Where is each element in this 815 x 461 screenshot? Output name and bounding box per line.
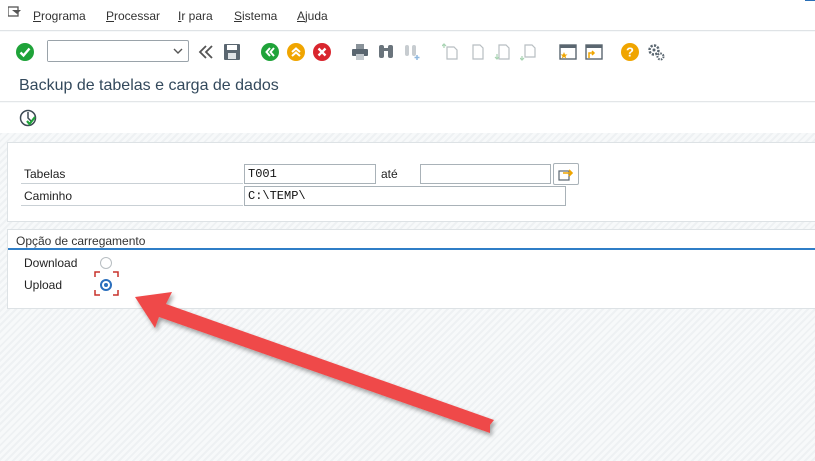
- menu-processar[interactable]: Processar: [106, 9, 160, 23]
- exit-icon[interactable]: [285, 41, 307, 63]
- download-label: Download: [24, 256, 78, 270]
- menu-ajuda[interactable]: Ajuda: [297, 9, 328, 23]
- find-icon[interactable]: [375, 41, 397, 63]
- next-page-icon[interactable]: [493, 41, 515, 63]
- ate-label: até: [381, 167, 398, 181]
- help-icon[interactable]: ?: [619, 41, 641, 63]
- command-field[interactable]: [47, 40, 189, 62]
- tabelas-to-input[interactable]: [420, 164, 551, 184]
- enter-icon[interactable]: [14, 41, 36, 63]
- menu-programa[interactable]: Programa: [33, 9, 86, 23]
- create-session-icon[interactable]: [557, 41, 579, 63]
- load-option-block: Opção de carregamento: [7, 229, 815, 309]
- find-next-icon[interactable]: [401, 41, 423, 63]
- svg-text:?: ?: [626, 45, 634, 60]
- multiple-selection-button[interactable]: [553, 163, 579, 185]
- chevron-down-icon[interactable]: [171, 44, 185, 58]
- upload-label: Upload: [24, 278, 63, 292]
- first-page-icon[interactable]: [441, 41, 463, 63]
- save-icon[interactable]: [221, 41, 243, 63]
- customize-layout-icon[interactable]: [645, 41, 667, 63]
- execute-icon[interactable]: [17, 107, 39, 129]
- menu-ir-para[interactable]: Ir para: [178, 9, 213, 23]
- tabelas-from-input[interactable]: T001: [244, 164, 376, 184]
- caminho-input[interactable]: C:\TEMP\: [244, 186, 566, 206]
- application-toolbar: [0, 103, 815, 133]
- menu-bar: Programa Processar Ir para Sistema Ajuda: [0, 0, 815, 31]
- caminho-label: Caminho: [21, 186, 243, 206]
- command-input[interactable]: [48, 41, 168, 61]
- back-double-icon[interactable]: [195, 41, 217, 63]
- menu-sistema[interactable]: Sistema: [234, 9, 277, 23]
- load-option-title: Opção de carregamento: [16, 234, 146, 248]
- title-bar: Backup de tabelas e carga de dados: [0, 72, 815, 102]
- window-edge: [805, 0, 815, 1]
- tabelas-label: Tabelas: [21, 164, 243, 184]
- previous-page-icon[interactable]: [467, 41, 489, 63]
- back-icon[interactable]: [259, 41, 281, 63]
- download-radio[interactable]: [100, 257, 112, 269]
- menu-icon[interactable]: [8, 6, 22, 18]
- print-icon[interactable]: [349, 41, 371, 63]
- cancel-icon[interactable]: [311, 41, 333, 63]
- standard-toolbar: ?: [0, 32, 815, 72]
- page-title: Backup de tabelas e carga de dados: [19, 77, 279, 94]
- last-page-icon[interactable]: [519, 41, 541, 63]
- focus-frame: [94, 271, 119, 296]
- multiple-selection-icon: [558, 169, 574, 181]
- generate-shortcut-icon[interactable]: [583, 41, 605, 63]
- group-divider: [8, 248, 815, 250]
